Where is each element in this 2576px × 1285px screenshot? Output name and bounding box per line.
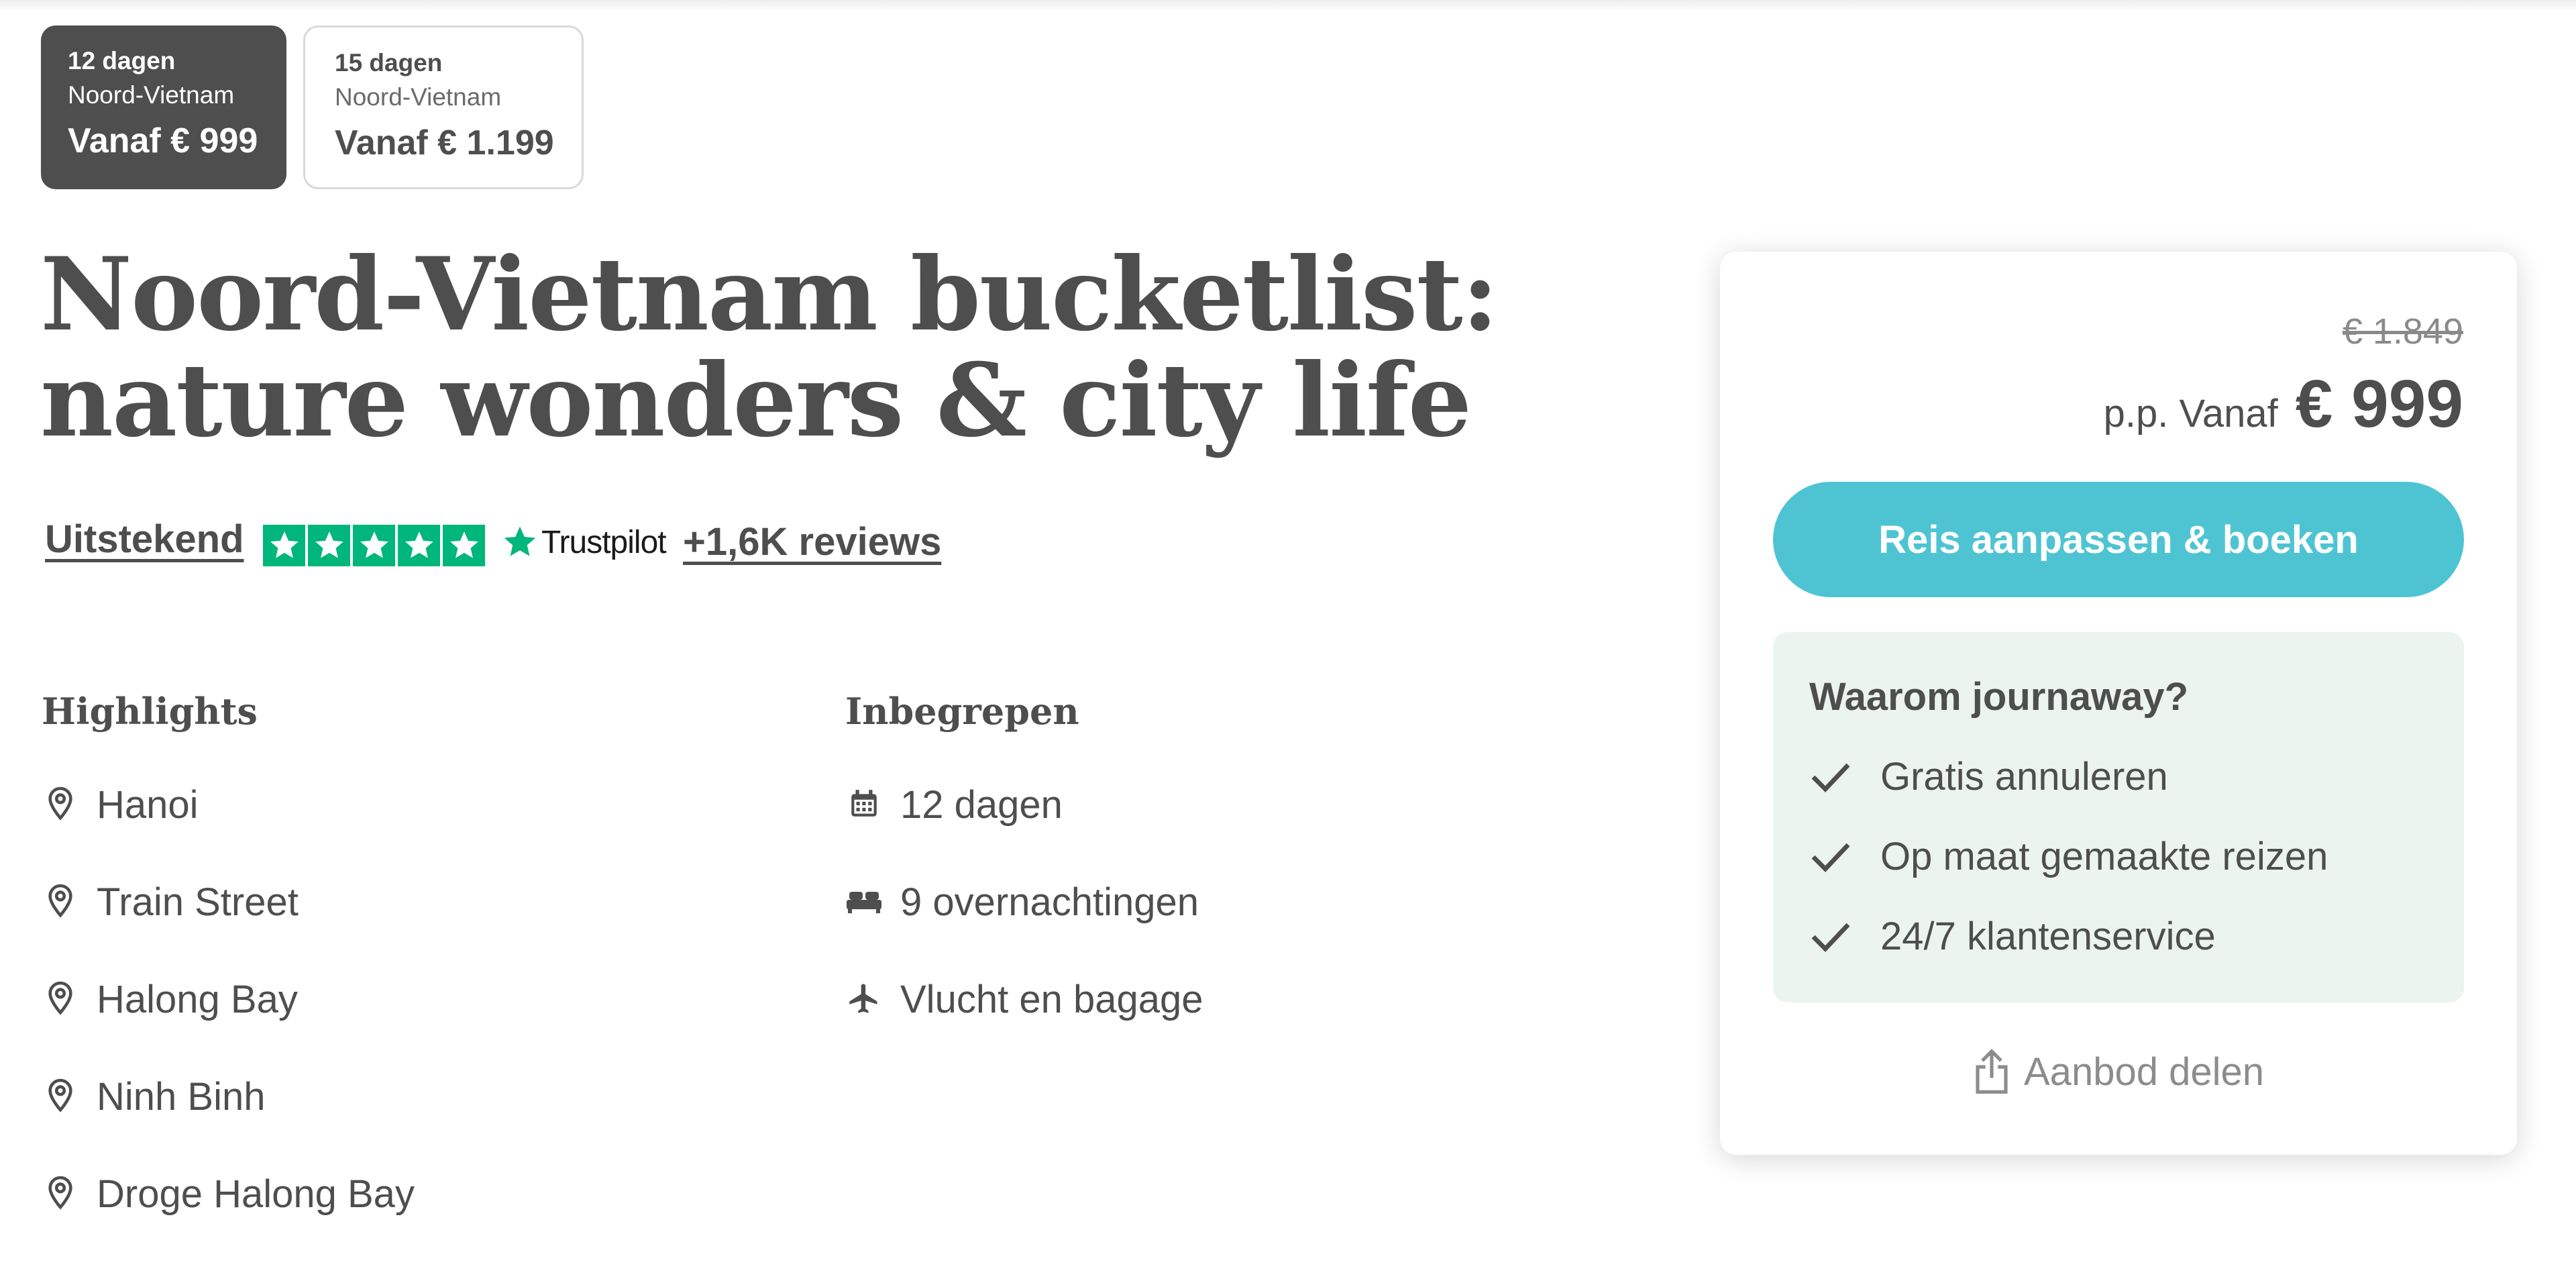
highlights-list: Hanoi Train Street Halong Bay Ninh Binh …: [42, 785, 415, 1272]
included-item: 9 overnachtingen: [845, 882, 1203, 980]
highlight-item: Ninh Binh: [42, 1077, 415, 1174]
trip-option-price: Vanaf € 1.199: [335, 123, 554, 162]
included-list: 12 dagen 9 overnachtingen Vlucht en baga…: [845, 785, 1203, 1077]
checkmark-icon: [1809, 757, 1856, 797]
share-offer-link[interactable]: Aanbod delen: [1720, 1047, 2517, 1096]
reviews-link[interactable]: +1,6K reviews: [683, 519, 941, 564]
highlight-label: Hanoi: [97, 783, 199, 827]
rating-label-link[interactable]: Uitstekend: [45, 517, 244, 562]
trip-option-days: 15 dagen: [335, 49, 443, 76]
checkmark-icon: [1809, 837, 1856, 877]
airplane-icon: [845, 978, 883, 1019]
star-icon: [308, 525, 350, 566]
highlight-item: Hanoi: [42, 785, 415, 882]
customize-and-book-button[interactable]: Reis aanpassen & boeken: [1773, 482, 2464, 597]
old-price: € 1.849: [2342, 311, 2463, 352]
highlight-item: Halong Bay: [42, 980, 415, 1077]
map-pin-icon: [42, 978, 79, 1019]
included-item: Vlucht en bagage: [845, 980, 1203, 1077]
why-item-label: Gratis annuleren: [1880, 755, 2168, 799]
highlight-item: Droge Halong Bay: [42, 1174, 415, 1272]
highlight-item: Train Street: [42, 882, 415, 980]
checkmark-icon: [1809, 917, 1856, 957]
why-item-label: 24/7 klantenservice: [1880, 915, 2216, 958]
included-label: 9 overnachtingen: [900, 880, 1199, 924]
trip-option-region: Noord-Vietnam: [335, 83, 502, 111]
trip-option-region: Noord-Vietnam: [68, 81, 235, 109]
included-label: 12 dagen: [900, 783, 1063, 827]
share-offer-label: Aanbod delen: [2024, 1049, 2264, 1094]
page-title: Noord-Vietnam bucketlist: nature wonders…: [40, 236, 1499, 460]
trustpilot-stars: [263, 525, 486, 566]
highlight-label: Halong Bay: [97, 978, 298, 1021]
star-icon: [443, 525, 485, 566]
trip-option-days: 12 dagen: [68, 47, 176, 74]
highlights-heading: Highlights: [42, 690, 258, 733]
included-label: Vlucht en bagage: [900, 978, 1203, 1021]
map-pin-icon: [42, 784, 79, 824]
map-pin-icon: [42, 1173, 79, 1213]
why-item: Gratis annuleren: [1809, 737, 2464, 817]
highlight-label: Droge Halong Bay: [97, 1172, 415, 1216]
booking-card: € 1.849 p.p. Vanaf € 999 Reis aanpassen …: [1720, 252, 2517, 1155]
share-icon: [1976, 1049, 2008, 1094]
current-price: € 999: [2295, 366, 2463, 442]
included-item: 12 dagen: [845, 785, 1203, 882]
map-pin-icon: [42, 881, 79, 921]
map-pin-icon: [42, 1076, 79, 1116]
highlight-label: Ninh Binh: [97, 1075, 266, 1119]
bed-icon: [845, 881, 883, 921]
price-line: p.p. Vanaf € 999: [2104, 366, 2463, 443]
trip-option-12-days[interactable]: 12 dagen Noord-Vietnam Vanaf € 999: [41, 25, 286, 189]
included-heading: Inbegrepen: [845, 690, 1079, 733]
top-shadow: [0, 0, 2576, 11]
why-journaway-box: Waarom journaway? Gratis annuleren Op ma…: [1773, 632, 2464, 1003]
trustpilot-logo: Trustpilot: [501, 523, 667, 561]
trip-option-15-days[interactable]: 15 dagen Noord-Vietnam Vanaf € 1.199: [303, 25, 584, 189]
why-item-label: Op maat gemaakte reizen: [1880, 835, 2328, 878]
trustpilot-star-icon: [504, 526, 536, 556]
why-item: 24/7 klantenservice: [1809, 896, 2464, 976]
trustpilot-wordmark: Trustpilot: [541, 524, 667, 560]
why-journaway-title: Waarom journaway?: [1809, 675, 2189, 719]
trip-option-price: Vanaf € 999: [68, 121, 258, 160]
star-icon: [353, 525, 395, 566]
why-item: Op maat gemaakte reizen: [1809, 817, 2464, 896]
star-icon: [398, 525, 440, 566]
star-icon: [263, 525, 305, 566]
highlight-label: Train Street: [97, 880, 299, 924]
calendar-icon: [845, 784, 883, 824]
price-prefix: p.p. Vanaf: [2103, 392, 2278, 435]
